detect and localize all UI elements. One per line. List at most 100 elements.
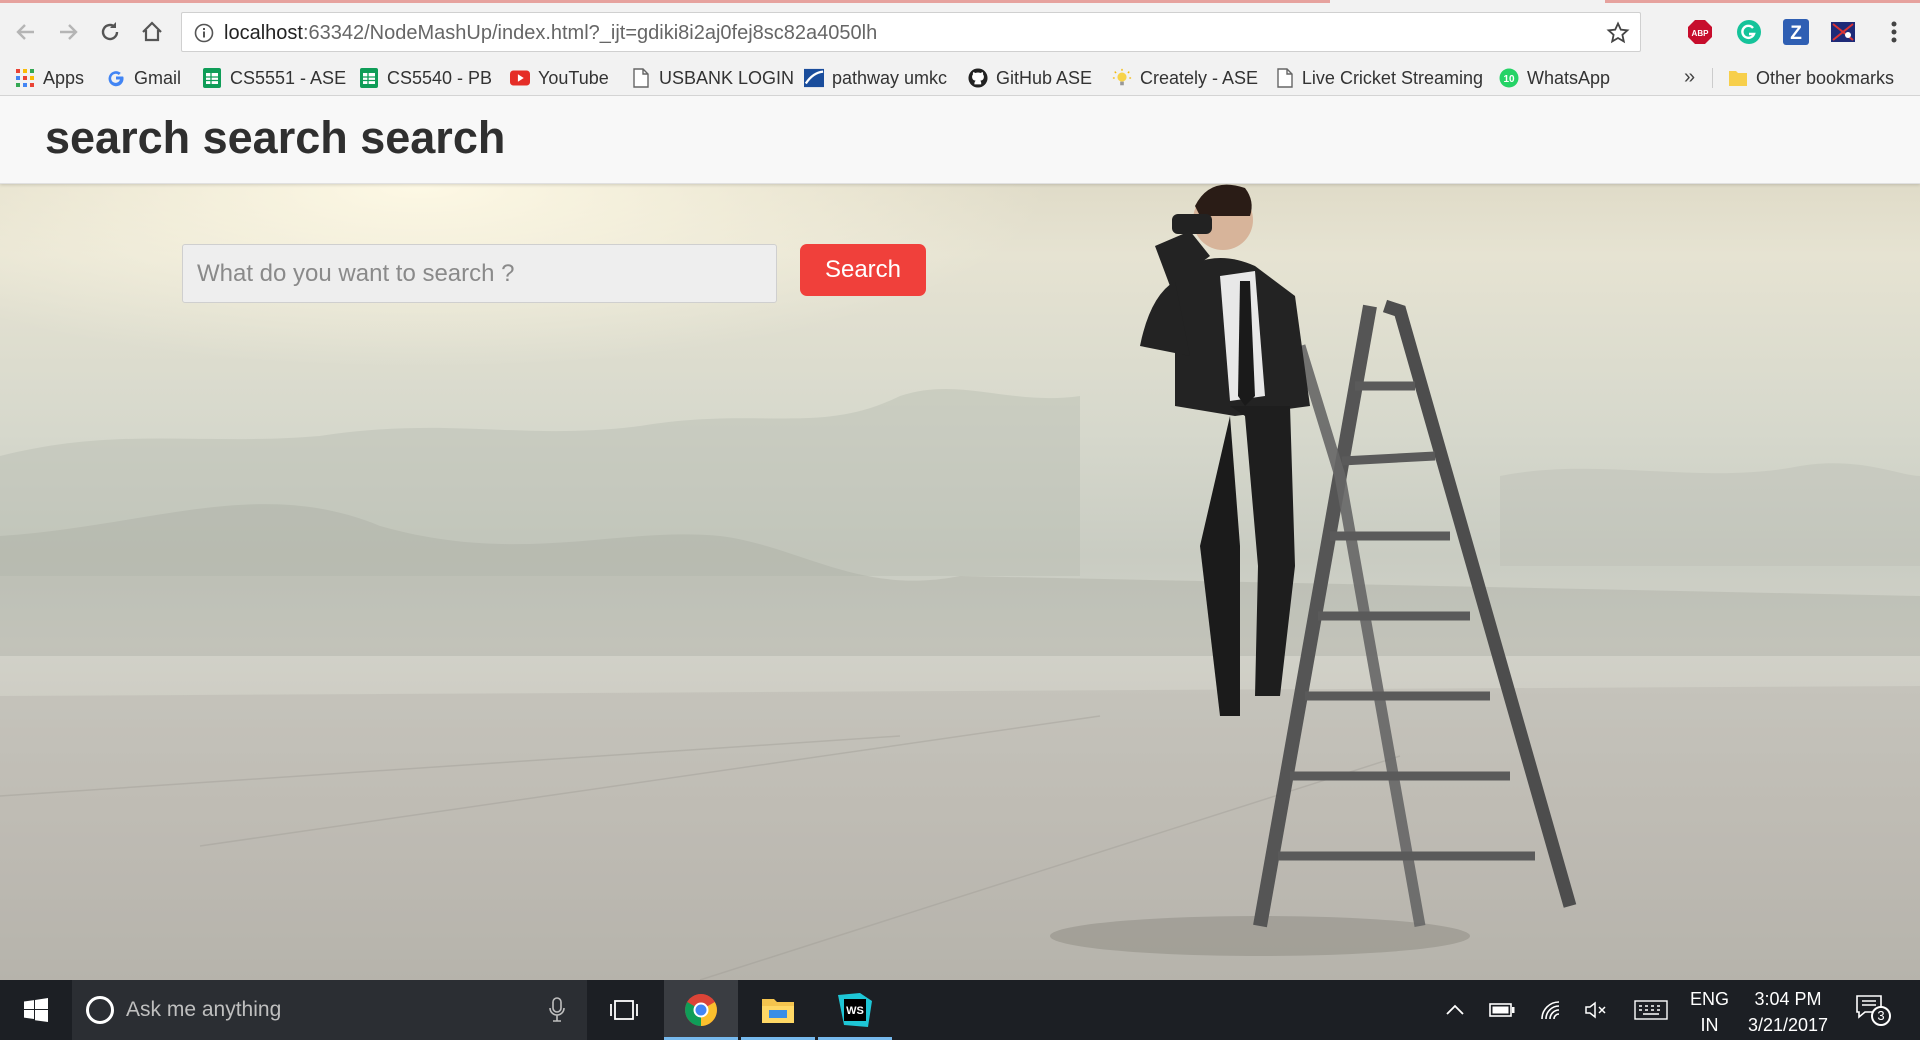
cortana-placeholder: Ask me anything	[126, 998, 282, 1021]
touch-keyboard-button[interactable]	[1633, 998, 1669, 1022]
sheets-icon	[202, 68, 222, 88]
abp-icon: ABP	[1688, 20, 1712, 44]
keyboard-icon	[1634, 1000, 1668, 1020]
grammarly-icon	[1737, 20, 1761, 44]
bookmark-label: pathway umkc	[832, 67, 948, 88]
bookmark-github[interactable]: GitHub ASE	[968, 66, 1092, 90]
url-host: localhost	[224, 22, 303, 44]
bookmark-whatsapp[interactable]: 10 WhatsApp	[1499, 66, 1610, 90]
github-icon	[968, 68, 988, 88]
arrow-right-icon	[60, 24, 78, 40]
folder-icon	[762, 999, 794, 1023]
url-text: localhost:63342/NodeMashUp/index.html?_i…	[224, 22, 877, 45]
bookmark-cs5540[interactable]: CS5540 - PB	[359, 66, 492, 90]
bookmark-label: YouTube	[538, 67, 609, 88]
taskbar-webstorm[interactable]: WS	[818, 980, 892, 1040]
clock-date: 3/21/2017	[1747, 1015, 1829, 1035]
youtube-icon	[510, 68, 530, 88]
bookmark-label: Creately - ASE	[1140, 67, 1259, 88]
bookmarks-overflow-button[interactable]: »	[1684, 66, 1695, 89]
address-bar[interactable]: localhost:63342/NodeMashUp/index.html?_i…	[181, 12, 1641, 52]
taskbar-file-explorer[interactable]	[741, 980, 815, 1040]
reload-icon	[101, 22, 119, 41]
battery-button[interactable]	[1488, 998, 1516, 1022]
bookmarks-divider	[1712, 68, 1713, 88]
bookmarks-bar: Apps Gmail CS5551 - ASE CS5540 - PB YouT…	[0, 60, 1920, 96]
folder-icon	[1728, 68, 1748, 88]
bookmark-label: CS5551 - ASE	[230, 67, 347, 88]
bookmark-label: Gmail	[134, 67, 182, 88]
bookmark-label: GitHub ASE	[996, 67, 1093, 88]
notification-count-badge: 3	[1871, 1006, 1891, 1026]
input-language-button[interactable]: ENG IN	[1690, 986, 1729, 1038]
site-brand-title[interactable]: search search search	[45, 112, 505, 164]
taskbar-chrome[interactable]	[664, 980, 738, 1040]
search-button[interactable]: Search	[800, 244, 926, 296]
sheets-icon	[359, 68, 379, 88]
bookmark-youtube[interactable]: YouTube	[510, 66, 609, 90]
bookmark-cs5551[interactable]: CS5551 - ASE	[202, 66, 346, 90]
task-view-icon	[610, 1000, 638, 1020]
z-icon: Z	[1783, 19, 1809, 45]
windows-logo-icon	[24, 998, 48, 1022]
z-extension[interactable]: Z	[1782, 18, 1810, 46]
whatsapp-icon: 10	[1499, 68, 1519, 88]
menu-button[interactable]	[1880, 18, 1908, 46]
bookmark-label: WhatsApp	[1527, 67, 1611, 88]
back-button[interactable]	[10, 16, 42, 48]
language-code: ENG	[1690, 989, 1730, 1009]
battery-icon	[1489, 1003, 1515, 1017]
microphone-icon[interactable]	[549, 997, 565, 1028]
start-button[interactable]	[0, 980, 72, 1040]
bulb-icon	[1112, 68, 1132, 88]
other-bookmarks-label: Other bookmarks	[1756, 67, 1895, 88]
flag-extension[interactable]	[1829, 18, 1857, 46]
abp-label: ABP	[1692, 29, 1710, 38]
z-label: Z	[1790, 23, 1802, 44]
wifi-icon	[1541, 1001, 1560, 1020]
clock-time: 3:04 PM	[1754, 989, 1822, 1009]
url-path: :63342/NodeMashUp/index.html?_ijt=gdiki8…	[302, 22, 878, 44]
windows-taskbar: Ask me anything WS ENG IN 3:04 PM 3/21/2…	[0, 980, 1920, 1040]
home-button[interactable]	[136, 16, 168, 48]
businessman-on-ladder-image	[1050, 184, 1577, 956]
browser-toolbar: localhost:63342/NodeMashUp/index.html?_i…	[0, 4, 1920, 60]
page-icon	[1277, 68, 1294, 88]
search-input[interactable]	[182, 244, 777, 303]
bookmark-gmail[interactable]: Gmail	[106, 66, 181, 90]
bookmark-usbank[interactable]: USBANK LOGIN	[631, 66, 794, 90]
task-view-button[interactable]	[587, 980, 661, 1040]
bookmark-label: CS5540 - PB	[387, 67, 493, 88]
pathway-icon	[804, 68, 824, 88]
cortana-search-box[interactable]: Ask me anything	[72, 980, 587, 1040]
volume-button[interactable]	[1582, 998, 1610, 1022]
cortana-icon	[86, 996, 114, 1024]
web-page: search search search Search	[0, 96, 1920, 980]
site-navbar: search search search	[0, 96, 1920, 184]
other-bookmarks[interactable]: Other bookmarks	[1728, 66, 1894, 90]
bookmark-pathway[interactable]: pathway umkc	[804, 66, 947, 90]
info-icon[interactable]	[194, 23, 214, 48]
network-button[interactable]	[1536, 998, 1564, 1022]
action-center-button[interactable]: 3	[1855, 994, 1891, 1026]
webstorm-icon: WS	[838, 993, 872, 1027]
bookmark-label: USBANK LOGIN	[659, 67, 795, 88]
show-hidden-icons-button[interactable]	[1443, 998, 1467, 1022]
chrome-icon	[685, 994, 717, 1026]
reload-button[interactable]	[94, 16, 126, 48]
bookmark-cricket[interactable]: Live Cricket Streaming	[1277, 66, 1483, 90]
adblock-extension[interactable]: ABP	[1686, 18, 1714, 46]
bookmark-label: Apps	[43, 67, 85, 88]
flag-icon	[1831, 22, 1855, 42]
clock-button[interactable]: 3:04 PM 3/21/2017	[1740, 986, 1836, 1038]
bookmark-creately[interactable]: Creately - ASE	[1112, 66, 1258, 90]
chevron-up-icon	[1446, 1004, 1464, 1015]
volume-muted-icon	[1585, 1001, 1606, 1019]
language-region: IN	[1700, 1015, 1719, 1035]
bookmark-star-icon[interactable]	[1606, 21, 1630, 50]
grammarly-extension[interactable]	[1735, 18, 1763, 46]
home-icon	[142, 21, 162, 42]
forward-button[interactable]	[52, 16, 84, 48]
bookmark-apps[interactable]: Apps	[15, 66, 84, 90]
arrow-left-icon	[16, 24, 34, 40]
